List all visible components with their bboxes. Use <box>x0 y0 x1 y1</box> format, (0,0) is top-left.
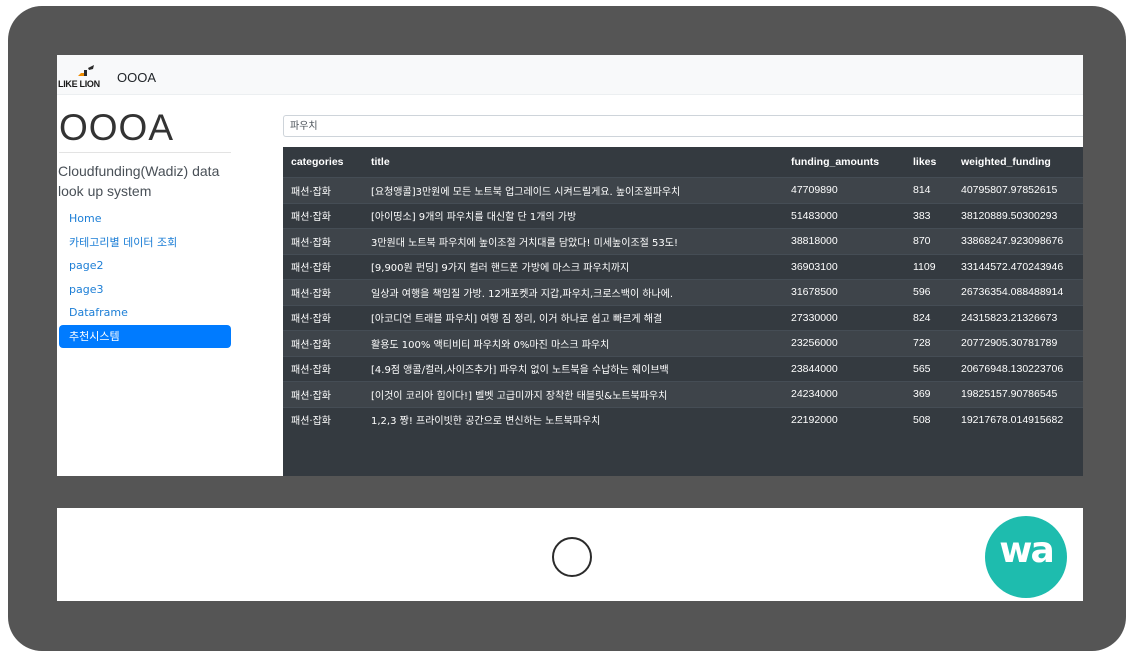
home-button-icon <box>552 537 592 577</box>
cell-category: 패션·잡화 <box>283 330 363 356</box>
cell-weighted-funding: 33144572.470243946 <box>953 253 1083 280</box>
sidebar-title: OOOA <box>59 107 175 148</box>
monitor-chin: wa <box>57 508 1083 601</box>
cell-category: 패션·잡화 <box>283 381 363 407</box>
cell-funding-amount: 51483000 <box>783 202 905 229</box>
sidebar-item-home[interactable]: Home <box>59 207 231 231</box>
navbar-brand[interactable]: OOOA <box>117 70 156 85</box>
lion-mark-icon <box>78 65 94 76</box>
logo-text: LIKE LION <box>58 79 100 89</box>
table-row: 패션·잡화 [4.9점 앵콜/컬러,사이즈추가] 파우치 없이 노트북을 수납하는… <box>283 355 1083 382</box>
cell-likes: 870 <box>905 228 953 254</box>
sidebar-divider <box>59 152 231 153</box>
cell-weighted-funding: 19217678.014915682 <box>953 406 1083 432</box>
table-row: 패션·잡화 [9,900원 펀딩] 9가지 컬러 핸드폰 가방에 마스크 파우치까… <box>283 253 1083 280</box>
col-header-weighted-funding[interactable]: weighted_funding <box>953 147 1083 178</box>
cell-category: 패션·잡화 <box>283 253 363 280</box>
cell-likes: 383 <box>905 202 953 229</box>
table-row: 패션·잡화 [이것이 코리아 힙이다!] 벨벳 고급미까지 장착한 태블릿&노트북… <box>283 381 1083 407</box>
cell-likes: 814 <box>905 177 953 203</box>
table-row: 패션·잡화 3만원대 노트북 파우치에 높이조절 거치대를 담았다! 미세높이조절… <box>283 228 1083 254</box>
monitor-stand-right <box>628 646 664 650</box>
sidebar-nav: Home 카테고리별 데이터 조회 page2 page3 Dataframe … <box>59 207 231 348</box>
cell-category: 패션·잡화 <box>283 355 363 382</box>
cell-likes: 824 <box>905 304 953 331</box>
cell-weighted-funding: 20676948.130223706 <box>953 355 1083 382</box>
cell-title: 1,2,3 짱! 프라이빗한 공간으로 변신하는 노트북파우치 <box>363 406 783 432</box>
cell-weighted-funding: 38120889.50300293 <box>953 202 1083 229</box>
cell-weighted-funding: 24315823.21326673 <box>953 304 1083 331</box>
cell-category: 패션·잡화 <box>283 177 363 203</box>
cell-likes: 728 <box>905 330 953 356</box>
wadiz-logo-text: wa <box>999 530 1055 571</box>
navbar: LIKE LION OOOA <box>57 55 1083 95</box>
wadiz-logo: wa <box>985 516 1067 598</box>
col-header-funding-amounts[interactable]: funding_amounts <box>783 147 905 178</box>
cell-weighted-funding: 26736354.088488914 <box>953 279 1083 305</box>
cell-category: 패션·잡화 <box>283 228 363 254</box>
results-table-container: categories title funding_amounts likes w… <box>283 147 1083 476</box>
cell-title: [이것이 코리아 힙이다!] 벨벳 고급미까지 장착한 태블릿&노트북파우치 <box>363 381 783 407</box>
results-table: categories title funding_amounts likes w… <box>283 147 1083 432</box>
cell-weighted-funding: 19825157.90786545 <box>953 381 1083 407</box>
cell-funding-amount: 27330000 <box>783 304 905 331</box>
cell-title: 일상과 여행을 책임질 가방. 12개포켓과 지갑,파우치,크로스백이 하나에. <box>363 279 783 305</box>
monitor-stand-left <box>483 646 519 650</box>
cell-funding-amount: 31678500 <box>783 279 905 305</box>
cell-title: 활용도 100% 액티비티 파우치와 0%마진 마스크 파우치 <box>363 330 783 356</box>
cell-likes: 508 <box>905 406 953 432</box>
cell-category: 패션·잡화 <box>283 406 363 432</box>
cell-title: [4.9점 앵콜/컬러,사이즈추가] 파우치 없이 노트북을 수납하는 웨이브백 <box>363 355 783 382</box>
table-row: 패션·잡화 1,2,3 짱! 프라이빗한 공간으로 변신하는 노트북파우치 2219… <box>283 406 1083 432</box>
cell-funding-amount: 47709890 <box>783 177 905 203</box>
col-header-likes[interactable]: likes <box>905 147 953 178</box>
cell-weighted-funding: 20772905.30781789 <box>953 330 1083 356</box>
table-row: 패션·잡화 활용도 100% 액티비티 파우치와 0%마진 마스크 파우치 2325… <box>283 330 1083 356</box>
table-header-row: categories title funding_amounts likes w… <box>283 147 1083 178</box>
cell-title: [아코디언 트래블 파우치] 여행 짐 정리, 이거 하나로 쉽고 빠르게 해결 <box>363 304 783 331</box>
sidebar-item-page2[interactable]: page2 <box>59 254 231 278</box>
table-row: 패션·잡화 일상과 여행을 책임질 가방. 12개포켓과 지갑,파우치,크로스백이… <box>283 279 1083 305</box>
sidebar: OOOA Cloudfunding(Wadiz) data look up sy… <box>57 95 287 476</box>
cell-likes: 565 <box>905 355 953 382</box>
sidebar-item-page3[interactable]: page3 <box>59 278 231 302</box>
cell-likes: 1109 <box>905 253 953 280</box>
cell-category: 패션·잡화 <box>283 279 363 305</box>
cell-title: [요청앵콜]3만원에 모든 노트북 업그레이드 시켜드릴게요. 높이조절파우치 <box>363 177 783 203</box>
app-screen: LIKE LION OOOA OOOA Cloudfunding(Wadiz) … <box>57 55 1083 476</box>
cell-category: 패션·잡화 <box>283 202 363 229</box>
cell-funding-amount: 22192000 <box>783 406 905 432</box>
cell-funding-amount: 38818000 <box>783 228 905 254</box>
col-header-title[interactable]: title <box>363 147 783 178</box>
sidebar-item-dataframe[interactable]: Dataframe <box>59 301 231 325</box>
cell-title: [아이띵소] 9개의 파우치를 대신할 단 1개의 가방 <box>363 202 783 229</box>
cell-funding-amount: 24234000 <box>783 381 905 407</box>
cell-funding-amount: 23256000 <box>783 330 905 356</box>
cell-likes: 369 <box>905 381 953 407</box>
table-row: 패션·잡화 [아코디언 트래블 파우치] 여행 짐 정리, 이거 하나로 쉽고 빠… <box>283 304 1083 331</box>
search-input[interactable]: 파우치 <box>283 115 1083 137</box>
cell-category: 패션·잡화 <box>283 304 363 331</box>
cell-weighted-funding: 33868247.923098676 <box>953 228 1083 254</box>
cell-title: [9,900원 펀딩] 9가지 컬러 핸드폰 가방에 마스크 파우치까지 <box>363 253 783 280</box>
cell-weighted-funding: 40795807.97852615 <box>953 177 1083 203</box>
cell-title: 3만원대 노트북 파우치에 높이조절 거치대를 담았다! 미세높이조절 53도! <box>363 228 783 254</box>
table-row: 패션·잡화 [요청앵콜]3만원에 모든 노트북 업그레이드 시켜드릴게요. 높이조… <box>283 177 1083 203</box>
table-row: 패션·잡화 [아이띵소] 9개의 파우치를 대신할 단 1개의 가방 5148300… <box>283 202 1083 229</box>
sidebar-item-recommendation[interactable]: 추천시스템 <box>59 324 231 348</box>
sidebar-item-category-lookup[interactable]: 카테고리별 데이터 조회 <box>59 231 231 255</box>
likelion-logo[interactable]: LIKE LION <box>58 64 113 90</box>
cell-funding-amount: 36903100 <box>783 253 905 280</box>
col-header-categories[interactable]: categories <box>283 147 363 178</box>
cell-funding-amount: 23844000 <box>783 355 905 382</box>
cell-likes: 596 <box>905 279 953 305</box>
sidebar-description: Cloudfunding(Wadiz) data look up system <box>58 163 220 199</box>
